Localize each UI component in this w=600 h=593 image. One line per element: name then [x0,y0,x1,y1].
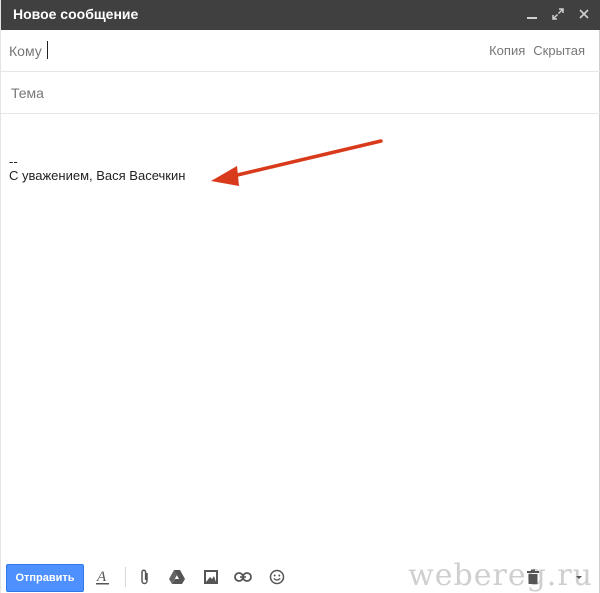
subject-row [1,72,600,114]
message-body[interactable]: -- С уважением, Вася Васечкин [1,115,600,555]
window-title: Новое сообщение [13,6,139,22]
expand-icon[interactable] [551,4,565,24]
text-caret [47,41,48,59]
annotation-arrow [211,139,383,186]
compose-titlebar: Новое сообщение [1,0,600,30]
link-icon[interactable] [233,567,253,587]
drive-icon[interactable] [167,567,187,587]
window-controls [525,4,591,24]
send-button[interactable]: Отправить [6,564,84,592]
cc-bcc-links: Копия Скрытая [489,43,585,58]
cc-link[interactable]: Копия [489,43,525,58]
to-input[interactable] [49,38,473,64]
subject-input[interactable] [9,80,593,106]
compose-window: Новое сообщение Кому Копия Скрытая Тема … [0,0,600,593]
formatting-icon[interactable]: A [93,567,113,587]
attach-icon[interactable] [135,567,155,587]
toolbar-separator [125,567,126,587]
close-icon[interactable] [577,4,591,24]
emoji-icon[interactable] [267,567,287,587]
compose-toolbar: Отправить A webereg.ru [1,555,600,593]
more-options-icon[interactable] [569,567,589,587]
to-label: Кому [9,43,42,59]
bcc-link[interactable]: Скрытая [533,43,585,58]
svg-text:A: A [96,569,107,585]
to-row: Кому Копия Скрытая [1,30,600,72]
minimize-icon[interactable] [525,4,539,24]
trash-icon[interactable] [523,567,543,587]
site-watermark: webereg.ru [408,558,593,593]
photo-icon[interactable] [201,567,221,587]
